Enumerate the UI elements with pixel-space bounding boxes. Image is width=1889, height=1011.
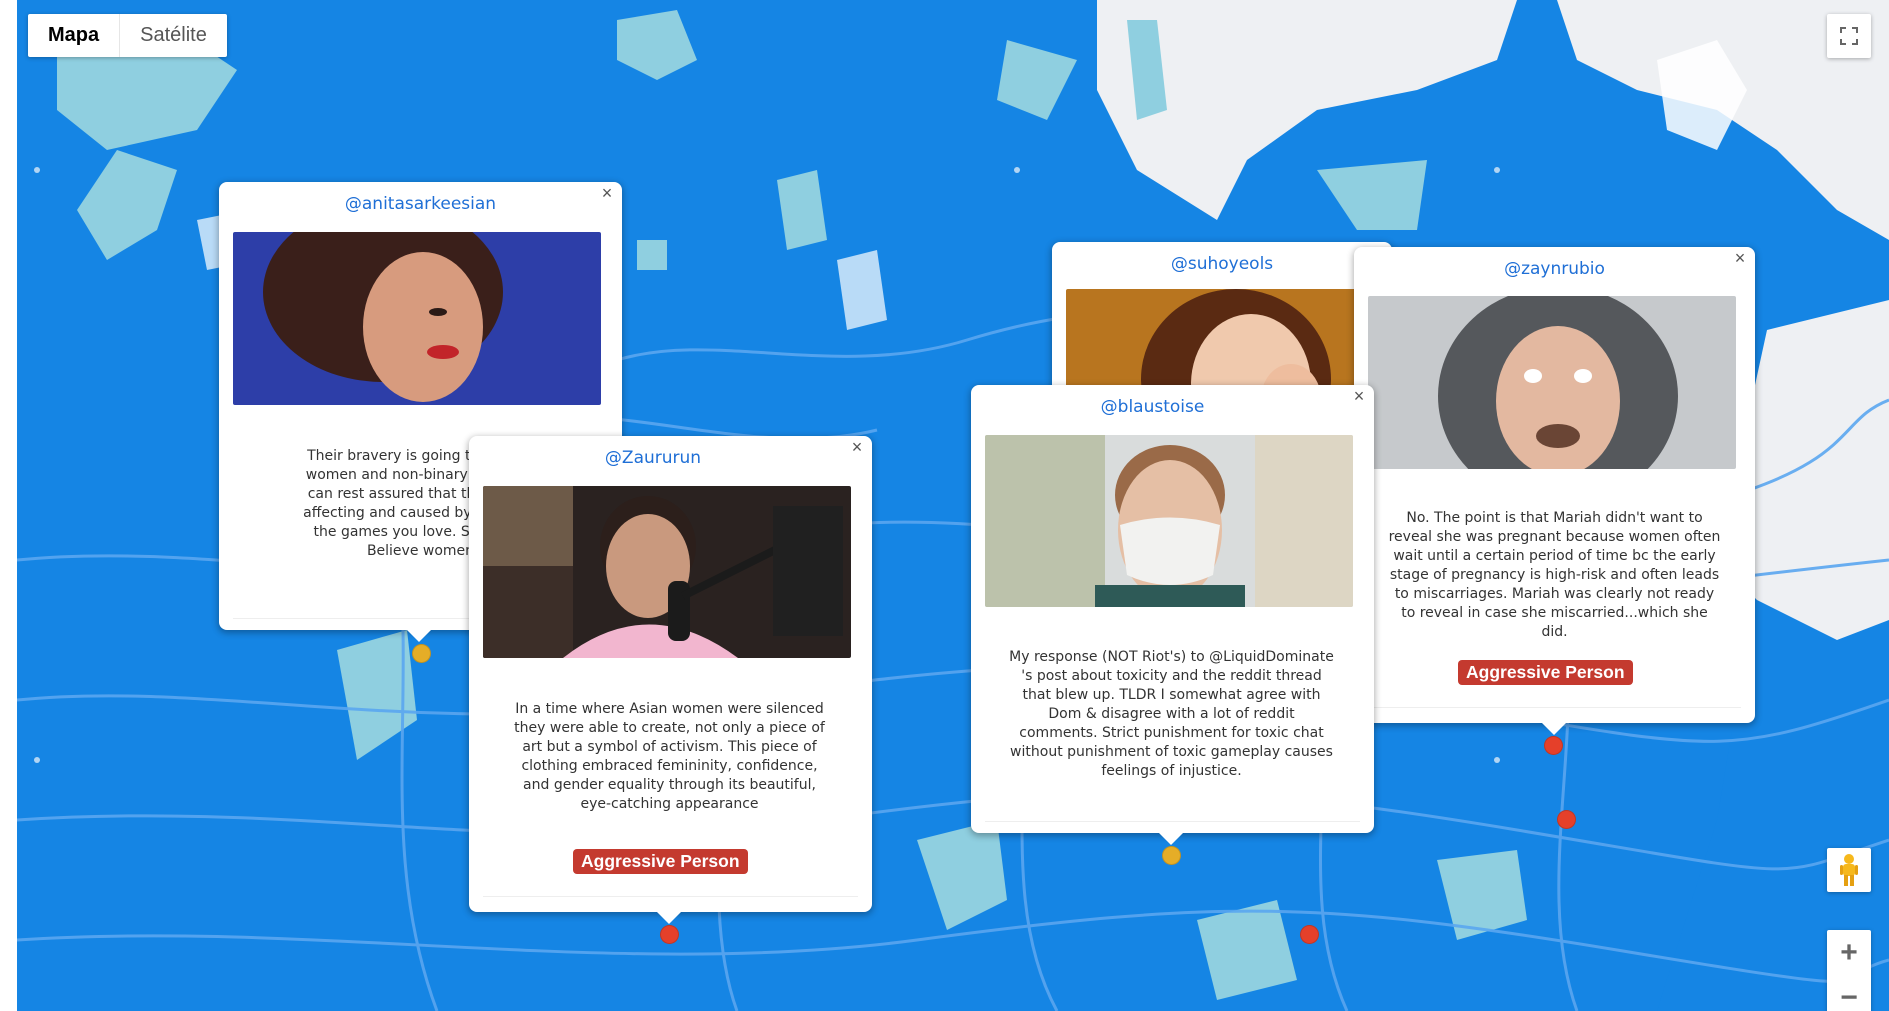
profile-photo [483,486,851,658]
map-type-satellite-button[interactable]: Satélite [120,14,227,57]
profile-photo [233,232,601,405]
username-link[interactable]: @Zaururun [434,448,872,468]
post-text: My response (NOT Riot's) to @LiquidDomin… [1009,649,1334,779]
username-link[interactable]: @blaustoise [931,397,1374,417]
zoom-out-button[interactable]: − [1827,975,1871,1011]
page-margin [0,0,17,1011]
classification-badge: Aggressive Person [1458,660,1633,685]
map-marker-red[interactable] [1544,736,1563,755]
info-window-blaustoise: × @blaustoise My response (NOT Riot's) t… [971,385,1374,845]
info-window-pointer [1159,833,1183,845]
info-window-pointer [1542,723,1566,735]
post-text: In a time where Asian women were silence… [514,701,825,812]
info-window-zaynrubio: × @zaynrubio No. The point is that Maria… [1354,247,1755,735]
map-canvas[interactable]: Mapa Satélite + − × @anitasarkeesian The… [17,0,1889,1011]
info-window-pointer [407,630,431,642]
profile-photo [1368,296,1736,469]
username-link[interactable]: @suhoyeols [1052,254,1392,274]
info-window-pointer [657,912,681,924]
map-type-map-button[interactable]: Mapa [28,14,121,57]
fullscreen-button[interactable] [1827,14,1871,58]
pegman-icon [1840,854,1858,886]
map-type-control: Mapa Satélite [28,14,227,57]
street-view-button[interactable] [1827,848,1871,892]
info-window-zaururun: × @Zaururun In a time where Asian women … [469,436,872,924]
divider [985,821,1360,822]
map-marker-red[interactable] [660,925,679,944]
username-link[interactable]: @anitasarkeesian [219,194,622,214]
map-marker-yellow[interactable] [1162,846,1181,865]
map-marker-yellow[interactable] [412,644,431,663]
post-text: No. The point is that Mariah didn't want… [1388,510,1721,640]
divider [1368,707,1741,708]
classification-badge: Aggressive Person [573,849,748,874]
fullscreen-icon [1840,27,1858,45]
map-marker-red[interactable] [1300,925,1319,944]
map-marker-red[interactable] [1557,810,1576,829]
profile-photo [985,435,1353,607]
zoom-in-button[interactable]: + [1827,930,1871,975]
username-link[interactable]: @zaynrubio [1354,259,1755,279]
divider [483,896,858,897]
zoom-control: + − [1827,930,1871,1011]
